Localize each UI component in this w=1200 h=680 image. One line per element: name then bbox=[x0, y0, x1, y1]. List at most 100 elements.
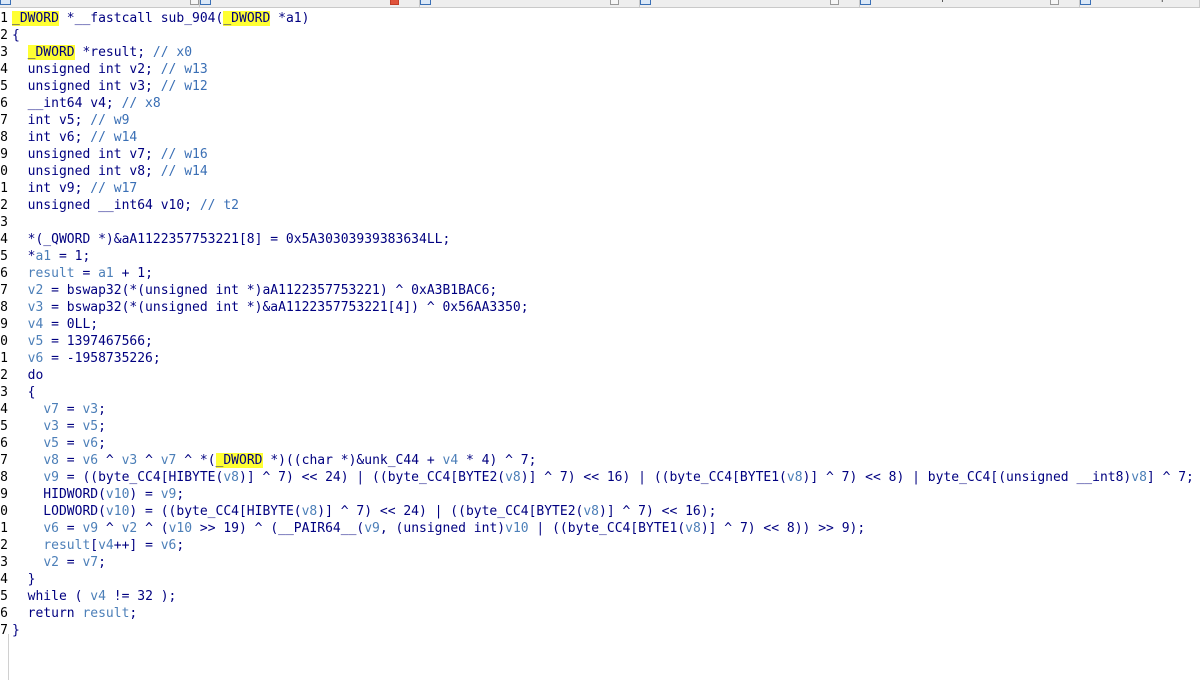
tab-hex-view-1[interactable]: Hex View-1 bbox=[420, 0, 640, 7]
code-line[interactable]: v5 = 1397467566; bbox=[12, 333, 153, 350]
line-number: 8 bbox=[0, 300, 8, 315]
code-identifier[interactable]: result bbox=[82, 606, 129, 621]
code-line[interactable]: LODWORD(v10) = ((byte_CC4[HIBYTE(v8)] ^ … bbox=[12, 503, 716, 520]
code-line[interactable]: HIDWORD(v10) = v9; bbox=[12, 486, 184, 503]
code-line[interactable]: v3 = v5; bbox=[12, 418, 106, 435]
code-line[interactable]: } bbox=[12, 622, 20, 639]
code-line[interactable]: unsigned int v3; // w12 bbox=[12, 78, 208, 95]
code-identifier[interactable]: v4 bbox=[98, 538, 114, 553]
code-identifier[interactable]: v8 bbox=[787, 470, 803, 485]
tab-exports[interactable]: Exports bbox=[1080, 0, 1200, 7]
code-line[interactable]: return result; bbox=[12, 605, 138, 622]
code-line[interactable]: result[v4++] = v6; bbox=[12, 537, 184, 554]
code-line[interactable]: do bbox=[12, 367, 44, 384]
line-number: 3 bbox=[0, 385, 8, 400]
code-identifier[interactable]: v9 bbox=[364, 521, 380, 536]
code-identifier[interactable]: v9 bbox=[82, 521, 98, 536]
code-identifier[interactable]: v9 bbox=[43, 470, 59, 485]
code-identifier[interactable]: result bbox=[43, 538, 90, 553]
code-line[interactable]: result = a1 + 1; bbox=[12, 265, 153, 282]
code-line[interactable]: v3 = bswap32(*(unsigned int *)&aA1122357… bbox=[12, 299, 529, 316]
code-identifier[interactable]: v7 bbox=[82, 555, 98, 570]
code-line[interactable]: v8 = v6 ^ v3 ^ v7 ^ *(_DWORD *)((char *)… bbox=[12, 452, 536, 469]
tab-enums[interactable]: Enums bbox=[640, 0, 860, 7]
highlighted-token[interactable]: _DWORD bbox=[223, 11, 271, 26]
tab-close-icon[interactable] bbox=[390, 0, 399, 5]
code-line[interactable]: unsigned int v7; // w16 bbox=[12, 146, 208, 163]
code-identifier[interactable]: v5 bbox=[28, 334, 44, 349]
code-line[interactable]: { bbox=[12, 384, 36, 401]
code-identifier[interactable]: v3 bbox=[43, 419, 59, 434]
highlighted-token[interactable]: _DWORD bbox=[12, 11, 59, 26]
code-identifier[interactable]: v4 bbox=[28, 317, 44, 332]
code-line[interactable]: unsigned __int64 v10; // t2 bbox=[12, 197, 239, 214]
code-identifier[interactable]: a1 bbox=[98, 266, 114, 281]
tab-ida-view-a[interactable]: IDA View-A bbox=[0, 0, 200, 7]
code-line[interactable]: v9 = ((byte_CC4[HIBYTE(v8)] ^ 7) << 24) … bbox=[12, 469, 1194, 486]
code-line[interactable]: while ( v4 != 32 ); bbox=[12, 588, 177, 605]
code-text: ; bbox=[98, 419, 106, 434]
code-identifier[interactable]: v8 bbox=[223, 470, 239, 485]
code-line[interactable]: int v9; // w17 bbox=[12, 180, 138, 197]
code-identifier[interactable]: v3 bbox=[82, 402, 98, 417]
code-identifier[interactable]: v6 bbox=[82, 453, 98, 468]
code-identifier[interactable]: v2 bbox=[122, 521, 138, 536]
code-identifier[interactable]: v9 bbox=[161, 487, 177, 502]
code-line[interactable]: v4 = 0LL; bbox=[12, 316, 98, 333]
code-line[interactable]: _DWORD *__fastcall sub_904(_DWORD *a1) bbox=[12, 10, 309, 27]
code-line[interactable]: v6 = v9 ^ v2 ^ (v10 >> 19) ^ (__PAIR64__… bbox=[12, 520, 865, 537]
code-line[interactable]: int v6; // w14 bbox=[12, 129, 138, 146]
code-identifier[interactable]: v10 bbox=[505, 521, 528, 536]
code-identifier[interactable]: v4 bbox=[90, 589, 106, 604]
code-identifier[interactable]: v8 bbox=[583, 504, 599, 519]
code-identifier[interactable]: v4 bbox=[443, 453, 459, 468]
code-identifier[interactable]: v10 bbox=[169, 521, 192, 536]
tab-close-icon[interactable] bbox=[190, 0, 199, 5]
tab-close-icon[interactable] bbox=[610, 0, 619, 5]
code-line[interactable]: __int64 v4; // x8 bbox=[12, 95, 161, 112]
code-identifier[interactable]: a1 bbox=[35, 249, 51, 264]
tab-imports[interactable]: Imports bbox=[860, 0, 1080, 7]
code-identifier[interactable]: v5 bbox=[43, 436, 59, 451]
highlighted-token[interactable]: _DWORD bbox=[215, 453, 263, 468]
code-identifier[interactable]: v5 bbox=[82, 419, 98, 434]
code-identifier[interactable]: result bbox=[28, 266, 75, 281]
code-identifier[interactable]: v8 bbox=[43, 453, 59, 468]
code-identifier[interactable]: v8 bbox=[302, 504, 318, 519]
code-identifier[interactable]: v6 bbox=[82, 436, 98, 451]
code-identifier[interactable]: v7 bbox=[161, 453, 177, 468]
tab-close-icon[interactable] bbox=[830, 0, 839, 5]
code-line[interactable]: v6 = -1958735226; bbox=[12, 350, 161, 367]
code-text: = bbox=[58, 419, 83, 434]
code-line[interactable]: unsigned int v8; // w14 bbox=[12, 163, 208, 180]
code-line[interactable]: *a1 = 1; bbox=[12, 248, 91, 265]
code-line[interactable]: int v5; // w9 bbox=[12, 112, 130, 129]
highlighted-token[interactable]: _DWORD bbox=[27, 45, 75, 60]
code-identifier[interactable]: v10 bbox=[106, 504, 129, 519]
code-line[interactable]: unsigned int v2; // w13 bbox=[12, 61, 208, 78]
tab-pseudocode-a[interactable]: Pseudocode-A bbox=[200, 0, 420, 7]
code-identifier[interactable]: v6 bbox=[43, 521, 59, 536]
code-identifier[interactable]: v6 bbox=[161, 538, 177, 553]
code-identifier[interactable]: v2 bbox=[28, 283, 44, 298]
code-line[interactable]: v2 = v7; bbox=[12, 554, 106, 571]
code-identifier[interactable]: v8 bbox=[685, 521, 701, 536]
tab-close-icon[interactable] bbox=[1050, 0, 1059, 5]
code-line[interactable]: v7 = v3; bbox=[12, 401, 106, 418]
code-identifier[interactable]: v2 bbox=[43, 555, 59, 570]
code-line[interactable]: { bbox=[12, 27, 20, 44]
code-line[interactable]: } bbox=[12, 571, 36, 588]
code-line[interactable]: *(_QWORD *)&aA1122357753221[8] = 0x5A303… bbox=[12, 231, 451, 248]
code-identifier[interactable]: v3 bbox=[28, 300, 44, 315]
code-identifier[interactable]: v3 bbox=[122, 453, 138, 468]
code-identifier[interactable]: v10 bbox=[106, 487, 129, 502]
code-identifier[interactable]: v8 bbox=[1131, 470, 1147, 485]
code-identifier[interactable]: v6 bbox=[28, 351, 44, 366]
code-identifier[interactable]: v7 bbox=[43, 402, 59, 417]
code-line[interactable]: _DWORD *result; // x0 bbox=[12, 44, 192, 61]
code-line[interactable]: v2 = bswap32(*(unsigned int *)aA11223577… bbox=[12, 282, 498, 299]
code-line[interactable]: v5 = v6; bbox=[12, 435, 106, 452]
code-identifier[interactable]: v8 bbox=[505, 470, 521, 485]
line-number: 2 bbox=[0, 538, 8, 553]
